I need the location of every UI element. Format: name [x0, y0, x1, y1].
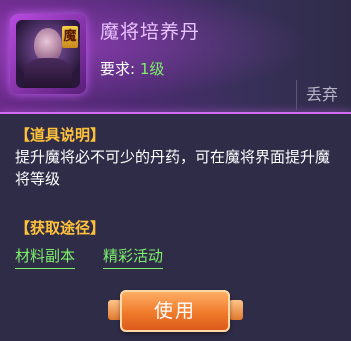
- description-text: 提升魔将必不可少的丹药，可在魔将界面提升魔将等级: [15, 148, 331, 188]
- requirement-label: 要求:: [100, 60, 140, 78]
- use-button[interactable]: 使用: [120, 290, 230, 332]
- button-deco-right: [229, 300, 243, 320]
- sources-heading: 【获取途径】: [15, 219, 106, 237]
- portrait-face: [34, 28, 62, 62]
- item-icon-frame: 魔: [10, 14, 86, 94]
- demon-badge-icon: 魔: [62, 26, 78, 48]
- source-link-events[interactable]: 精彩活动: [103, 245, 164, 269]
- description-heading: 【道具说明】: [15, 126, 106, 144]
- discard-button[interactable]: 丢弃: [296, 80, 347, 110]
- item-name: 魔将培养丹: [100, 21, 201, 43]
- item-detail-panel: 魔 魔将培养丹 要求: 1级 丢弃 【道具说明】 提升魔将必不可少的丹药，可在魔…: [0, 0, 351, 341]
- portrait-body: [24, 58, 72, 88]
- requirement-level: 1级: [139, 60, 165, 78]
- item-portrait-icon: 魔: [16, 20, 80, 88]
- source-link-material-dungeon[interactable]: 材料副本: [15, 245, 76, 269]
- item-requirement: 要求: 1级: [100, 58, 164, 79]
